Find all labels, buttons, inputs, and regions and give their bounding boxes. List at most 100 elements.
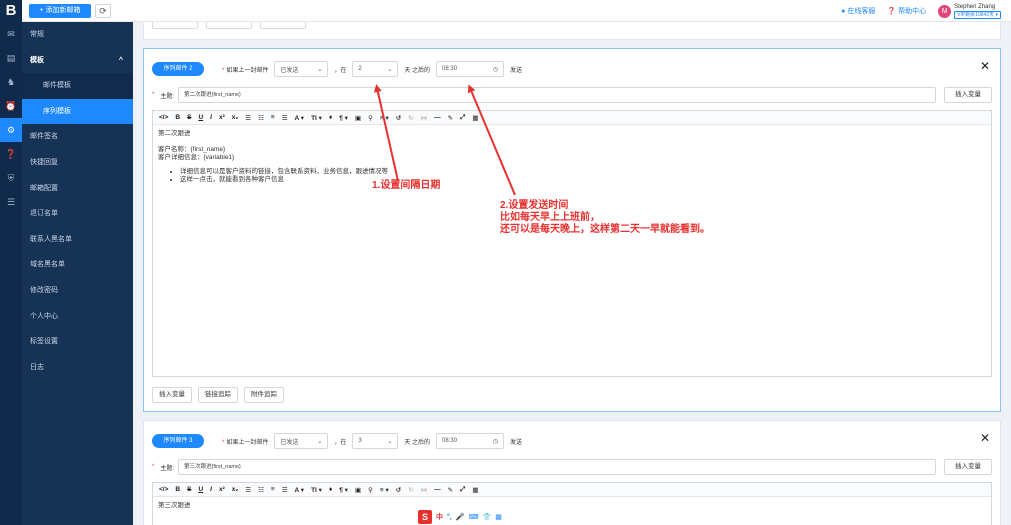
sidebar-item-general[interactable]: 常规 [22, 22, 133, 48]
eraser-icon[interactable]: ✎ [448, 114, 453, 122]
superscript-icon[interactable]: x² [219, 114, 225, 121]
time-picker[interactable]: 08:30 ◷ [436, 433, 505, 449]
stub-button[interactable] [152, 22, 198, 29]
time-picker[interactable]: 08:30 ◷ [436, 61, 505, 77]
envelope-icon[interactable]: ✉ [0, 22, 22, 46]
online-service-link[interactable]: ● 在线客服 [841, 6, 875, 16]
font-color-icon[interactable]: A ▾ [295, 486, 305, 494]
italic-icon[interactable]: I [210, 486, 212, 493]
horizontal-rule-icon[interactable]: — [434, 486, 441, 493]
indent-icon[interactable]: ☰ [282, 114, 288, 122]
microphone-icon[interactable]: 🎤 [456, 513, 465, 521]
list-icon[interactable]: ▤ [0, 46, 22, 70]
sidebar-item-change-password[interactable]: 修改密码 [22, 278, 133, 304]
table-icon[interactable]: ▦ [472, 486, 478, 494]
ordered-list-icon[interactable]: ☷ [258, 114, 264, 122]
attachment-tracking-button[interactable]: 附件追踪 [244, 387, 284, 403]
format-painter-icon[interactable]: ⋈ [421, 486, 428, 494]
sequence-badge[interactable]: 序列邮件 2 [152, 62, 204, 76]
link-tracking-button[interactable]: 链接追踪 [198, 387, 238, 403]
subscript-icon[interactable]: x₂ [232, 486, 239, 493]
table-icon[interactable]: ▦ [472, 114, 478, 122]
subscript-icon[interactable]: x₂ [232, 114, 239, 121]
sidebar-item-signature[interactable]: 邮件签名 [22, 124, 133, 150]
font-size-icon[interactable]: TI ▾ [311, 114, 322, 122]
editor-body[interactable]: 第三次跟进 [153, 497, 991, 515]
menu-icon[interactable]: ☰ [0, 190, 22, 214]
gear-icon[interactable]: ⚙ [0, 118, 22, 142]
code-view-icon[interactable]: </> [159, 114, 168, 121]
fullscreen-icon[interactable]: ⤢ [460, 486, 465, 494]
sidebar-item-tags[interactable]: 标签设置 [22, 329, 133, 355]
image-icon[interactable]: ▣ [355, 114, 361, 122]
shield-icon[interactable]: ⛨ [0, 166, 22, 190]
stub-button[interactable] [206, 22, 252, 29]
insert-variable-button[interactable]: 插入变量 [152, 387, 192, 403]
highlight-icon[interactable]: ♦ [329, 114, 332, 121]
italic-icon[interactable]: I [210, 114, 212, 121]
format-painter-icon[interactable]: ⋈ [421, 114, 428, 122]
sidebar-item-domain-blacklist[interactable]: 域名黑名单 [22, 252, 133, 278]
subject-input[interactable]: 第三次跟进{first_name} [178, 459, 936, 475]
paragraph-icon[interactable]: ¶ ▾ [339, 486, 348, 494]
code-view-icon[interactable]: </> [159, 486, 168, 493]
keyboard-icon[interactable]: ⌨ [468, 513, 478, 521]
align-icon[interactable]: ≡ ▾ [380, 486, 389, 494]
days-select[interactable]: 2 ⌄ [352, 61, 399, 77]
skin-icon[interactable]: 👕 [483, 513, 492, 521]
sidebar-item-email-templates[interactable]: 邮件模板 [22, 73, 133, 99]
sidebar-item-unsubscribe[interactable]: 退订名单 [22, 201, 133, 227]
indent-icon[interactable]: ☰ [282, 486, 288, 494]
sidebar-item-contact-blacklist[interactable]: 联系人黑名单 [22, 227, 133, 253]
toolbox-icon[interactable]: ▦ [495, 513, 502, 521]
bold-icon[interactable]: B [175, 486, 180, 493]
insert-variable-button[interactable]: 插入变量 [944, 87, 992, 103]
bike-icon[interactable]: ♞ [0, 70, 22, 94]
undo-icon[interactable]: ↺ [396, 114, 401, 122]
editor-body[interactable]: 第二次跟进 客户名称：{first_name} 客户详细信息：{variable… [153, 125, 991, 189]
underline-icon[interactable]: U [198, 486, 203, 493]
sequence-badge[interactable]: 序列邮件 3 [152, 434, 204, 448]
sogou-logo[interactable]: S [418, 510, 432, 524]
font-size-icon[interactable]: TI ▾ [311, 486, 322, 494]
stub-button[interactable] [260, 22, 306, 29]
eraser-icon[interactable]: ✎ [448, 486, 453, 494]
bold-icon[interactable]: B [175, 114, 180, 121]
status-select[interactable]: 已发送 ⌄ [274, 433, 329, 449]
redo-icon[interactable]: ↻ [408, 486, 413, 494]
subject-input[interactable]: 第二次跟进{first_name} [178, 87, 936, 103]
days-select[interactable]: 3 ⌄ [352, 433, 399, 449]
superscript-icon[interactable]: x² [219, 486, 225, 493]
sidebar-item-templates[interactable]: 模板 ^ [22, 48, 133, 74]
add-mailbox-button[interactable]: + 添加新邮箱 [29, 4, 91, 18]
user-menu[interactable]: M Stephen Zhang VIP剩余10842天 ▾ [938, 4, 1001, 19]
close-icon[interactable]: ✕ [980, 59, 990, 73]
outdent-icon[interactable]: ≡ [271, 486, 275, 493]
paragraph-icon[interactable]: ¶ ▾ [339, 114, 348, 122]
underline-icon[interactable]: U [198, 114, 203, 121]
question-icon[interactable]: ❓ [0, 142, 22, 166]
sidebar-item-sequence-templates[interactable]: 序列模板 [22, 98, 133, 125]
unordered-list-icon[interactable]: ☰ [245, 486, 251, 494]
horizontal-rule-icon[interactable]: — [434, 114, 441, 121]
ordered-list-icon[interactable]: ☷ [258, 486, 264, 494]
highlight-icon[interactable]: ♦ [329, 486, 332, 493]
undo-icon[interactable]: ↺ [396, 486, 401, 494]
sidebar-item-profile[interactable]: 个人中心 [22, 304, 133, 330]
alarm-icon[interactable]: ⏰ [0, 94, 22, 118]
redo-icon[interactable]: ↻ [408, 114, 413, 122]
chinese-mode-icon[interactable]: 中 [436, 512, 443, 522]
link-icon[interactable]: ⚲ [368, 486, 373, 494]
fullscreen-icon[interactable]: ⤢ [460, 114, 465, 122]
outdent-icon[interactable]: ≡ [271, 114, 275, 121]
insert-variable-button[interactable]: 插入变量 [944, 459, 992, 475]
sidebar-item-quick-reply[interactable]: 快捷回复 [22, 150, 133, 176]
status-select[interactable]: 已发送 ⌄ [274, 61, 329, 77]
help-center-link[interactable]: ❓ 帮助中心 [887, 6, 926, 16]
align-icon[interactable]: ≡ ▾ [380, 114, 389, 122]
unordered-list-icon[interactable]: ☰ [245, 114, 251, 122]
image-icon[interactable]: ▣ [355, 486, 361, 494]
close-icon[interactable]: ✕ [980, 431, 990, 445]
link-icon[interactable]: ⚲ [368, 114, 373, 122]
strikethrough-icon[interactable]: S [187, 114, 191, 121]
